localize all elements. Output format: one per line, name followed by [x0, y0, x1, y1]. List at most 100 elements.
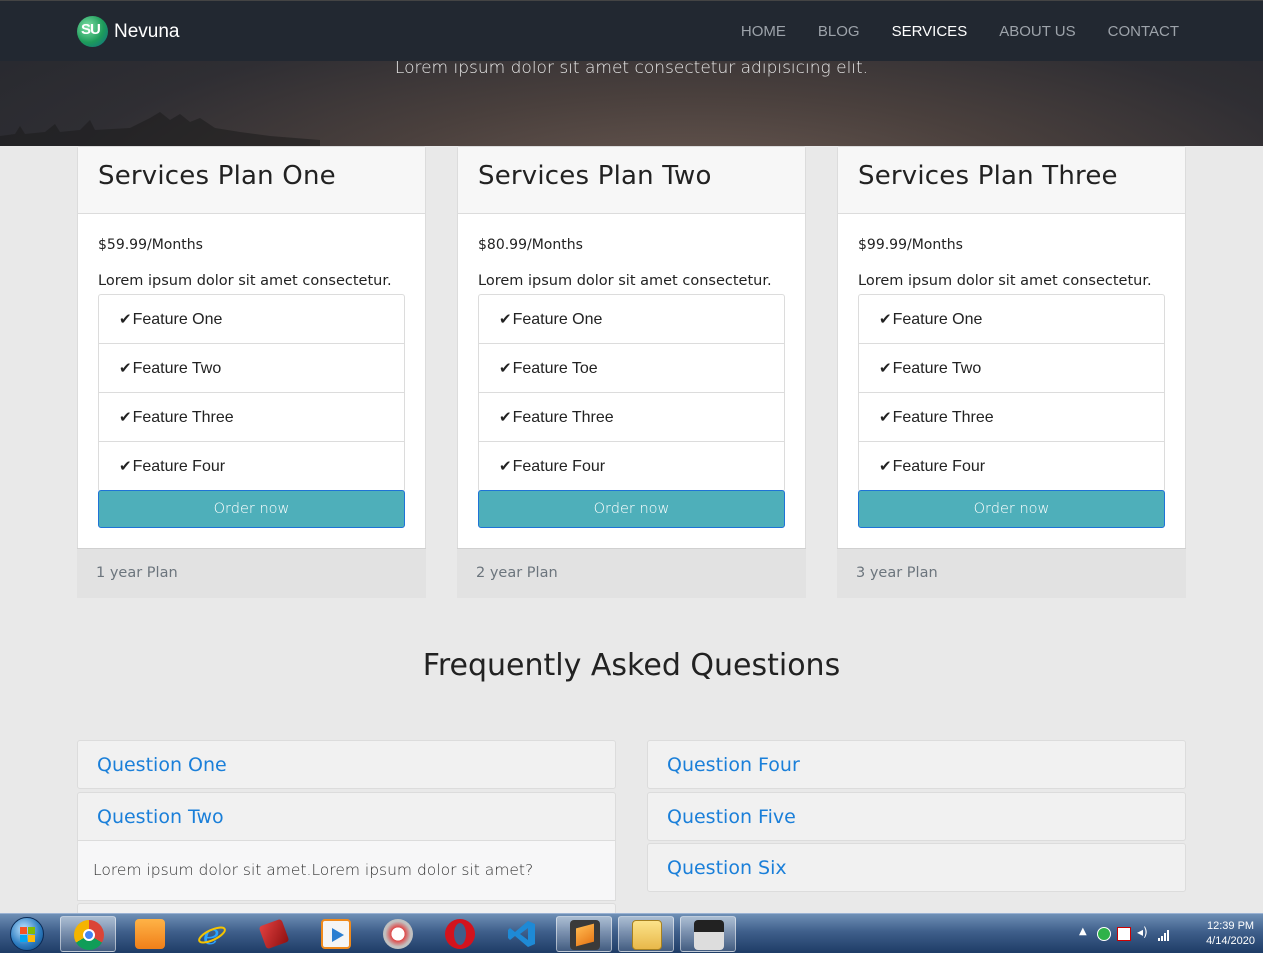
checkmark-icon: ✔: [879, 409, 892, 426]
faq-question-four[interactable]: Question Four: [647, 740, 1186, 789]
faq-answer-two: Lorem ipsum dolor sit amet.Lorem ipsum d…: [77, 841, 616, 901]
feature-list: ✔Feature One ✔Feature Two ✔Feature Three…: [858, 294, 1165, 492]
feature-item: ✔Feature One: [859, 295, 1164, 344]
checkmark-icon: ✔: [119, 360, 132, 377]
plan-card-two: Services Plan Two $80.99/Months Lorem ip…: [457, 146, 806, 598]
hero-subtitle: Lorem ipsum dolor sit amet consectetur a…: [394, 58, 869, 78]
taskbar-uc-browser[interactable]: [122, 916, 178, 952]
feature-item: ✔Feature Toe: [479, 344, 784, 393]
checkmark-icon: ✔: [119, 311, 132, 328]
network-shield-icon[interactable]: [1097, 927, 1111, 941]
book-icon: [258, 918, 290, 950]
stumbleupon-logo-icon: SU: [77, 16, 108, 47]
checkmark-icon: ✔: [499, 360, 512, 377]
show-hidden-icons-icon[interactable]: ▲: [1079, 926, 1093, 940]
faq-question-six[interactable]: Question Six: [647, 843, 1186, 892]
vscode-icon: [507, 919, 537, 949]
signal-strength-icon[interactable]: [1157, 927, 1171, 941]
top-navbar: SU Nevuna HOME BLOG SERVICES ABOUT US CO…: [0, 0, 1263, 61]
feature-item: ✔Feature Four: [879, 458, 986, 475]
nav-about-us[interactable]: ABOUT US: [999, 23, 1075, 40]
faq-question-one[interactable]: Question One: [77, 740, 616, 789]
internet-explorer-icon: e: [197, 918, 227, 951]
checkmark-icon: ✔: [119, 409, 132, 426]
feature-item: ✔Feature Two: [99, 344, 404, 393]
clock-time: 12:39 PM: [1206, 920, 1255, 932]
plan-footer: 1 year Plan: [77, 548, 426, 598]
checkmark-icon: ✔: [879, 311, 892, 328]
faq-heading: Frequently Asked Questions: [422, 648, 841, 683]
plan-footer: 3 year Plan: [837, 548, 1186, 598]
nav-menu: HOME BLOG SERVICES ABOUT US CONTACT: [709, 23, 1179, 40]
windows-taskbar: e ▲ ◂) 12:39 PM 4/14/2020: [0, 913, 1263, 953]
nav-services[interactable]: SERVICES: [892, 23, 968, 40]
checkmark-icon: ✔: [879, 360, 892, 377]
checkmark-icon: ✔: [499, 311, 512, 328]
feature-item: ✔Feature Three: [479, 393, 784, 442]
order-now-button[interactable]: Order now: [98, 490, 405, 528]
nav-home[interactable]: HOME: [741, 23, 786, 40]
plan-card-one: Services Plan One $59.99/Months Lorem ip…: [77, 146, 426, 598]
faq-question-two[interactable]: Question Two: [77, 792, 616, 841]
taskbar-sublime-text[interactable]: [556, 916, 612, 952]
nav-blog[interactable]: BLOG: [818, 23, 860, 40]
plan-title: Services Plan One: [98, 161, 336, 191]
system-clock[interactable]: 12:39 PM 4/14/2020: [1206, 919, 1255, 949]
taskbar-opera[interactable]: [432, 916, 488, 952]
feature-item: ✔Feature One: [479, 295, 784, 344]
taskbar-paint[interactable]: [370, 916, 426, 952]
start-button[interactable]: [2, 916, 52, 952]
feature-list: ✔Feature One ✔Feature Toe ✔Feature Three…: [478, 294, 785, 492]
feature-item: ✔Feature Two: [859, 344, 1164, 393]
windows-logo-icon: [10, 917, 44, 951]
checkmark-icon: ✔: [879, 458, 892, 475]
plan-title: Services Plan Three: [858, 161, 1118, 191]
clock-date: 4/14/2020: [1206, 935, 1255, 947]
checkmark-icon: ✔: [119, 458, 132, 475]
checkmark-icon: ✔: [499, 458, 512, 475]
opera-icon: [445, 919, 475, 949]
nav-contact[interactable]: CONTACT: [1108, 23, 1179, 40]
plan-description: Lorem ipsum dolor sit amet consectetur.: [858, 273, 1152, 289]
volume-icon[interactable]: ◂): [1137, 925, 1151, 939]
chrome-icon: [74, 920, 104, 950]
feature-item: ✔Feature Three: [99, 393, 404, 442]
paint-icon: [383, 919, 413, 949]
taskbar-chrome[interactable]: [60, 916, 116, 952]
plan-card-three: Services Plan Three $99.99/Months Lorem …: [837, 146, 1186, 598]
plan-footer: 2 year Plan: [457, 548, 806, 598]
taskbar-book-app[interactable]: [246, 916, 302, 952]
feature-item: ✔Feature Four: [499, 458, 606, 475]
plan-description: Lorem ipsum dolor sit amet consectetur.: [98, 273, 392, 289]
plan-title: Services Plan Two: [478, 161, 712, 191]
plan-price: $80.99/Months: [478, 237, 583, 253]
taskbar-file-explorer[interactable]: [618, 916, 674, 952]
plan-card-header: Services Plan One: [78, 147, 425, 214]
taskbar-vscode[interactable]: [494, 916, 550, 952]
file-explorer-icon: [632, 920, 662, 950]
window-thumbnail-icon: [694, 920, 724, 950]
plan-description: Lorem ipsum dolor sit amet consectetur.: [478, 273, 772, 289]
faq-question-five[interactable]: Question Five: [647, 792, 1186, 841]
order-now-button[interactable]: Order now: [858, 490, 1165, 528]
media-player-icon: [321, 919, 351, 949]
plan-price: $99.99/Months: [858, 237, 963, 253]
action-center-flag-icon[interactable]: [1117, 927, 1131, 941]
order-now-button[interactable]: Order now: [478, 490, 785, 528]
feature-item: ✔Feature One: [99, 295, 404, 344]
taskbar-internet-explorer[interactable]: e: [184, 916, 240, 952]
brand-name: Nevuna: [114, 20, 180, 42]
plan-card-header: Services Plan Two: [458, 147, 805, 214]
plan-card-header: Services Plan Three: [838, 147, 1185, 214]
tree-silhouette: [0, 112, 320, 146]
feature-list: ✔Feature One ✔Feature Two ✔Feature Three…: [98, 294, 405, 492]
brand-link[interactable]: SU Nevuna: [77, 16, 180, 47]
feature-item: ✔Feature Three: [859, 393, 1164, 442]
uc-browser-icon: [135, 919, 165, 949]
taskbar-window-thumbnail[interactable]: [680, 916, 736, 952]
system-tray: ▲ ◂) 12:39 PM 4/14/2020: [1073, 914, 1263, 953]
taskbar-media-player[interactable]: [308, 916, 364, 952]
sublime-text-icon: [570, 920, 600, 950]
checkmark-icon: ✔: [499, 409, 512, 426]
feature-item: ✔Feature Four: [119, 458, 226, 475]
